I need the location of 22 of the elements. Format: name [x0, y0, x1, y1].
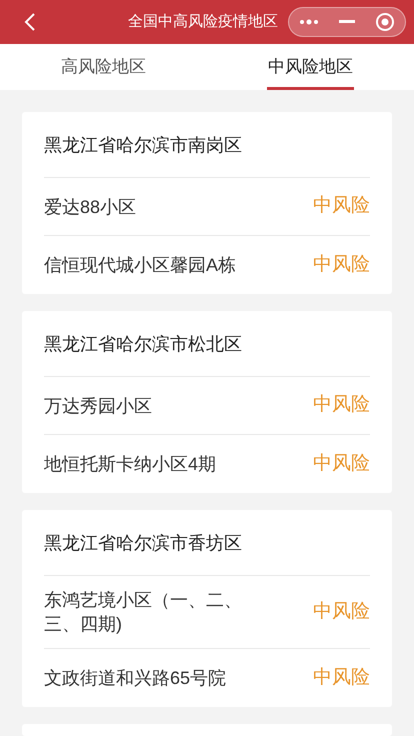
risk-level: 中风险 [313, 600, 370, 624]
tab[interactable]: 中风险地区 [207, 44, 414, 90]
community-name: 万达秀园小区 [44, 394, 152, 418]
tab[interactable]: 高风险地区 [0, 44, 207, 90]
risk-level: 中风险 [313, 393, 370, 418]
community-name: 地恒托斯卡纳小区4期 [44, 453, 216, 476]
page-title: 全国中高风险疫情地区 [128, 12, 278, 32]
community-name: 信恒现代城小区馨园A栋 [44, 254, 236, 277]
community-name: 爱达88小区 [44, 196, 136, 218]
region-name: 黑龙江省哈尔滨市香坊区 [44, 510, 370, 576]
community-name: 东鸿艺境小区（一、二、三、四期) [44, 589, 243, 636]
region-name: 黑龙江省哈尔滨市南岗区 [44, 112, 370, 178]
risk-level: 中风险 [313, 194, 370, 218]
risk-level: 中风险 [313, 666, 370, 690]
more-icon[interactable] [299, 19, 319, 25]
risk-level: 中风险 [313, 252, 370, 277]
close-icon[interactable] [375, 12, 395, 32]
risk-level: 中风险 [313, 452, 370, 476]
community-name: 文政街道和兴路65号院 [44, 667, 226, 690]
back-icon[interactable] [24, 12, 36, 32]
region-name: 黑龙江省哈尔滨市松北区 [44, 311, 370, 377]
minimize-icon[interactable] [339, 20, 355, 24]
